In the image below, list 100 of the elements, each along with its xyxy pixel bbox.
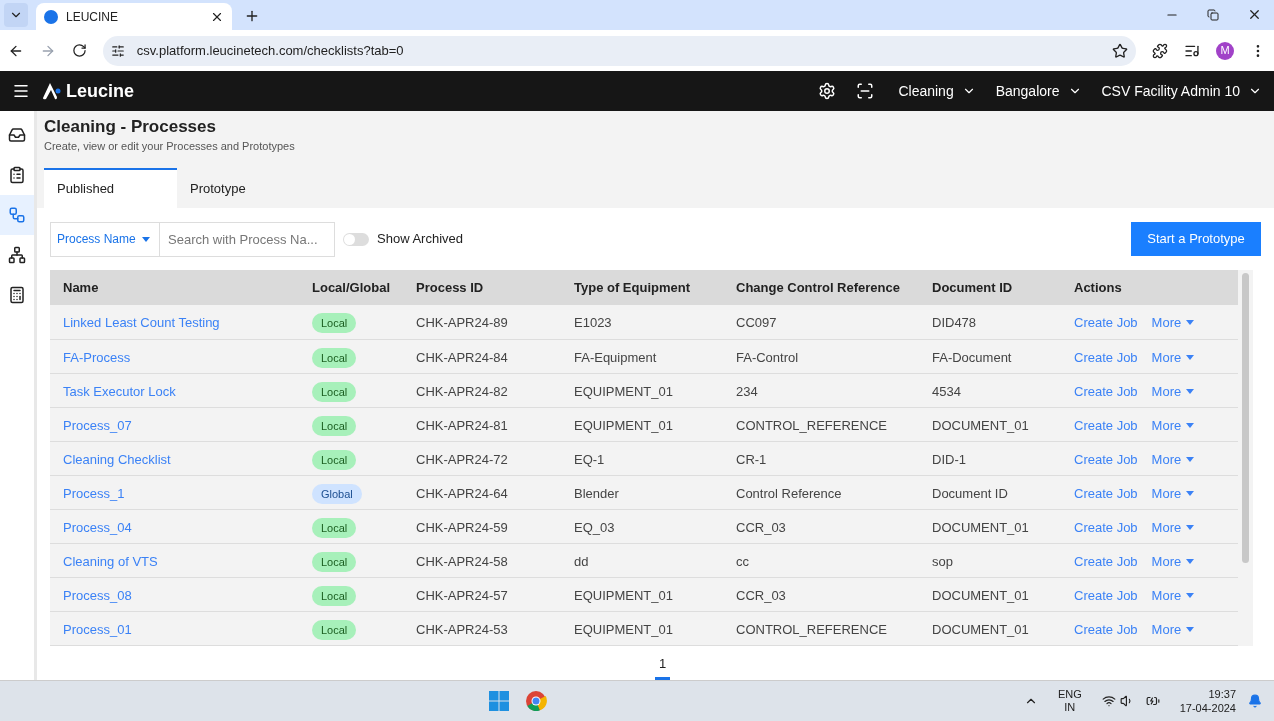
address-bar[interactable]: csv.platform.leucinetech.com/checklists?tab=0 xyxy=(102,35,1137,66)
brand-name: Leucine xyxy=(66,79,135,103)
create-job-link[interactable]: Create Job xyxy=(1074,551,1138,571)
table-cell: DOCUMENT_01 xyxy=(919,509,1061,543)
more-dropdown[interactable]: More xyxy=(1151,483,1195,503)
create-job-link[interactable]: Create Job xyxy=(1074,585,1138,605)
reload-icon[interactable] xyxy=(71,43,87,58)
clipboard-icon xyxy=(8,166,26,184)
extensions-icon[interactable] xyxy=(1152,42,1169,59)
more-dropdown[interactable]: More xyxy=(1151,381,1195,401)
table-cell: CHK-APR24-81 xyxy=(403,407,561,441)
scope-tag: Local xyxy=(312,449,357,470)
table-cell: Control Reference xyxy=(723,475,919,509)
header-dropdown[interactable]: Bangalore xyxy=(995,80,1082,102)
restore-icon[interactable] xyxy=(1207,8,1219,21)
create-job-link[interactable]: Create Job xyxy=(1074,415,1138,435)
create-job-link[interactable]: Create Job xyxy=(1074,517,1138,537)
browser-tab[interactable]: LEUCINE xyxy=(36,3,232,30)
scan-icon[interactable] xyxy=(856,82,875,100)
tab-title: LEUCINE xyxy=(66,8,119,26)
table-cell: CCR_03 xyxy=(723,509,919,543)
table-cell: DID-1 xyxy=(919,441,1061,475)
start-prototype-button[interactable]: Start a Prototype xyxy=(1131,222,1261,256)
create-job-link[interactable]: Create Job xyxy=(1074,381,1138,401)
table-cell: DOCUMENT_01 xyxy=(919,577,1061,611)
toggle-label: Show Archived xyxy=(377,230,463,249)
table-cell: CHK-APR24-64 xyxy=(403,475,561,509)
table-cell: CCR_03 xyxy=(723,577,919,611)
notification-icon[interactable] xyxy=(1248,694,1262,708)
table-cell: cc xyxy=(723,543,919,577)
more-dropdown[interactable]: More xyxy=(1151,551,1195,571)
more-dropdown[interactable]: More xyxy=(1151,415,1195,435)
create-job-link[interactable]: Create Job xyxy=(1074,483,1138,503)
process-name-link[interactable]: FA-Process xyxy=(63,349,131,365)
clock[interactable]: 19:37 17-04-2024 xyxy=(1179,687,1236,715)
scope-tag: Local xyxy=(312,415,357,436)
column-header: Change Control Reference xyxy=(723,270,919,305)
table-cell: CHK-APR24-53 xyxy=(403,611,561,645)
scope-tag: Local xyxy=(312,313,357,333)
site-favicon-icon xyxy=(44,9,58,24)
start-icon[interactable] xyxy=(488,691,509,711)
table-cell: CHK-APR24-59 xyxy=(403,509,561,543)
tab[interactable]: Published xyxy=(44,168,177,208)
inbox-icon xyxy=(8,126,26,144)
filter-dropdown[interactable]: Process Name xyxy=(50,221,160,257)
create-job-link[interactable]: Create Job xyxy=(1074,347,1138,367)
process-name-link[interactable]: Cleaning of VTS xyxy=(63,553,158,569)
header-dropdown[interactable]: CSV Facility Admin 10 xyxy=(1101,80,1262,102)
create-job-link[interactable]: Create Job xyxy=(1074,449,1138,469)
calculator-icon xyxy=(8,286,26,304)
process-name-link[interactable]: Linked Least Count Testing xyxy=(63,315,220,330)
page-subtitle: Create, view or edit your Processes and Prototypes xyxy=(44,139,296,154)
process-name-link[interactable]: Process_07 xyxy=(63,417,132,433)
process-name-link[interactable]: Task Executor Lock xyxy=(63,383,176,399)
more-dropdown[interactable]: More xyxy=(1151,313,1195,333)
create-job-link[interactable]: Create Job xyxy=(1074,619,1138,639)
close-icon[interactable] xyxy=(1247,7,1262,22)
column-header: Name xyxy=(50,270,299,305)
table-cell: EQUIPMENT_01 xyxy=(561,611,723,645)
search-field[interactable]: Search with Process Na... xyxy=(160,221,335,257)
table-cell: EQUIPMENT_01 xyxy=(561,407,723,441)
more-dropdown[interactable]: More xyxy=(1151,517,1195,537)
logo-icon xyxy=(42,82,62,100)
process-name-link[interactable]: Process_01 xyxy=(63,621,132,637)
site-settings-icon[interactable] xyxy=(110,43,125,58)
settings-icon[interactable] xyxy=(818,82,837,100)
battery-icon[interactable] xyxy=(1145,694,1160,708)
table-cell: 234 xyxy=(723,373,919,407)
create-job-link[interactable]: Create Job xyxy=(1074,313,1138,333)
archived-toggle[interactable] xyxy=(343,232,369,246)
more-dropdown[interactable]: More xyxy=(1151,585,1195,605)
column-header: Local/Global xyxy=(299,270,403,305)
header-dropdown[interactable]: Cleaning xyxy=(898,80,976,102)
tab-list-button[interactable] xyxy=(4,3,28,27)
profile-avatar[interactable]: M xyxy=(1216,41,1235,60)
more-dropdown[interactable]: More xyxy=(1151,619,1195,639)
table-cell: CC097 xyxy=(723,305,919,339)
more-dropdown[interactable]: More xyxy=(1151,347,1195,367)
scope-tag: Local xyxy=(312,551,357,572)
process-name-link[interactable]: Cleaning Checklist xyxy=(63,451,171,467)
table-cell: DOCUMENT_01 xyxy=(919,407,1061,441)
page-title: Cleaning - Processes xyxy=(44,116,217,138)
column-header: Process ID xyxy=(403,270,561,305)
process-name-link[interactable]: Process_04 xyxy=(63,519,132,535)
table-cell: FA-Equipment xyxy=(561,339,723,373)
language-indicator[interactable]: ENG IN xyxy=(1057,688,1082,714)
menu-icon[interactable] xyxy=(12,82,30,100)
more-dropdown[interactable]: More xyxy=(1151,449,1195,469)
process-name-link[interactable]: Process_08 xyxy=(63,587,132,603)
table-cell: CHK-APR24-72 xyxy=(403,441,561,475)
workflow-icon xyxy=(8,206,26,224)
wifi-icon[interactable] xyxy=(1101,694,1116,708)
table-cell: dd xyxy=(561,543,723,577)
bookmark-star-icon[interactable] xyxy=(1112,42,1129,59)
process-name-link[interactable]: Process_1 xyxy=(63,485,125,501)
table-cell: DOCUMENT_01 xyxy=(919,611,1061,645)
column-header: Actions xyxy=(1061,270,1238,305)
browser-app-icon[interactable] xyxy=(524,690,547,712)
caret-icon xyxy=(141,236,150,242)
new-tab-icon[interactable] xyxy=(244,8,260,24)
